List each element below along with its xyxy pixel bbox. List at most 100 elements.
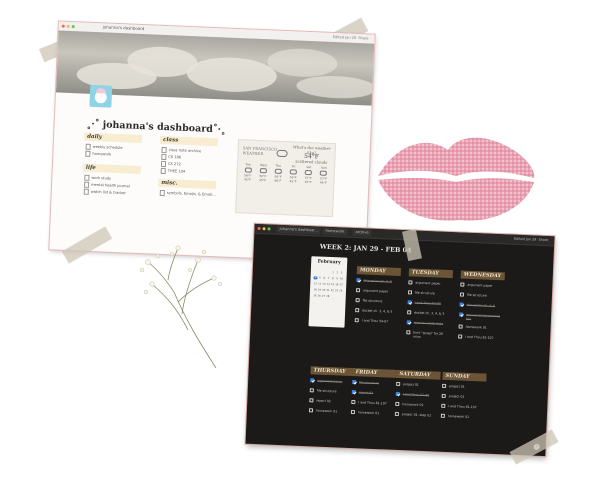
link-class-note-archive[interactable]: class note archive (161, 146, 218, 154)
link-weekly-schedule[interactable]: weekly schedule (85, 143, 142, 151)
calendar-day[interactable]: 17 (339, 283, 343, 286)
task-item[interactable]: homework 01 (350, 410, 395, 418)
calendar-day[interactable]: 10 (339, 277, 343, 280)
task-label: discussion ch. 4, 5 (466, 302, 496, 308)
task-item[interactable]: I and Thou 81-107 (458, 334, 502, 342)
checkbox[interactable] (308, 408, 314, 413)
task-item[interactable]: I and Thou 81-107 (351, 400, 395, 408)
checkbox[interactable] (351, 390, 356, 395)
minimize-dot-icon[interactable] (262, 227, 266, 231)
task-item[interactable]: report 02 (309, 398, 353, 406)
task-label: report 01 (358, 390, 374, 395)
checkbox[interactable] (355, 308, 360, 313)
share-button[interactable]: Share (358, 36, 368, 40)
task-item[interactable]: I and Thou 81-107 (441, 403, 485, 412)
task-item[interactable]: file structure (352, 380, 396, 388)
task-item[interactable]: report 01 (351, 390, 396, 398)
day-column-saturday: SATURDAY project 01 I and Thou 67-80 homewo… (394, 369, 441, 424)
checkbox[interactable] (406, 330, 411, 335)
checkbox[interactable] (407, 290, 413, 295)
checkbox[interactable] (354, 318, 359, 323)
maximize-dot-icon[interactable] (71, 25, 75, 29)
checkbox[interactable] (441, 403, 446, 408)
checkbox[interactable] (352, 380, 357, 385)
task-item[interactable]: homework 01 (308, 408, 353, 416)
task-item[interactable]: docket ch. 3, 4, & 5 (407, 310, 451, 318)
close-dot-icon[interactable] (257, 226, 261, 231)
task-item[interactable]: discussion ch. 4, 5 (459, 302, 503, 310)
task-item[interactable]: argument paper (460, 282, 504, 290)
link-thee-104[interactable]: THEE 104 (160, 167, 217, 175)
checkbox[interactable] (460, 282, 465, 287)
link-work-study[interactable]: work study (84, 174, 140, 182)
share-button[interactable]: Share (538, 237, 548, 241)
task-item[interactable]: project 01: step 01 (394, 411, 439, 420)
task-item[interactable]: I and Thou 54-67 (354, 318, 399, 326)
task-item[interactable]: file structure (459, 292, 504, 300)
calendar-day[interactable]: 3 (339, 271, 343, 274)
task-item[interactable]: docket ch. 3, 4, & 5 (355, 308, 399, 316)
link-symbols[interactable]: symbols, Emojis, & Emoti... (159, 189, 216, 197)
checkbox[interactable] (351, 400, 356, 405)
checkbox[interactable] (407, 310, 412, 315)
checkbox[interactable] (310, 378, 315, 383)
checkbox[interactable] (459, 302, 464, 307)
cloud-icon (320, 170, 328, 176)
checkbox[interactable] (442, 383, 447, 388)
task-item[interactable]: homework 01 (458, 324, 502, 332)
checkbox[interactable] (356, 278, 361, 283)
checkbox[interactable] (408, 280, 413, 285)
checkbox[interactable] (396, 381, 401, 387)
link-watch-list[interactable]: watch list & tracker (83, 188, 140, 196)
checkbox[interactable] (350, 410, 356, 415)
task-item[interactable]: project 01 (396, 381, 440, 390)
checkbox[interactable] (309, 398, 314, 403)
task-item[interactable]: file structure (407, 290, 452, 298)
task-item[interactable]: Emit "grasp" for 20 mins (406, 330, 450, 340)
checkbox[interactable] (458, 324, 463, 329)
calendar-day[interactable]: 24 (339, 289, 343, 292)
checkbox[interactable] (395, 391, 400, 397)
close-dot-icon[interactable] (61, 24, 65, 28)
link-homework[interactable]: homework (85, 150, 141, 158)
minimize-dot-icon[interactable] (66, 24, 70, 28)
checkbox[interactable] (355, 288, 361, 293)
maximize-dot-icon[interactable] (267, 227, 271, 231)
link-cs-186[interactable]: CS 186 (161, 153, 217, 161)
tab-homework[interactable]: homework (322, 227, 348, 236)
checkbox[interactable] (459, 292, 465, 297)
section-class: class class note archive CS 186 CS 272 T… (158, 135, 219, 199)
task-item[interactable]: argument paper (408, 280, 452, 288)
task-item[interactable]: project 01 (442, 383, 486, 392)
task-item[interactable]: discussion ch. 4, 5 (356, 278, 400, 286)
task-item[interactable]: intro to vocab data (406, 320, 451, 328)
task-item[interactable]: homework 01 (395, 401, 439, 410)
tab-dashboard[interactable]: johanna's dashboar... (276, 225, 321, 235)
tab-title[interactable]: johanna's dashboard (103, 24, 145, 31)
checkbox[interactable] (407, 300, 412, 305)
task-label: I and Thou 81-107 (358, 400, 387, 406)
task-item[interactable]: project 01 (441, 393, 486, 402)
link-cs-272[interactable]: CS 272 (160, 160, 217, 168)
checkbox[interactable] (309, 388, 314, 393)
checkbox[interactable] (394, 411, 399, 417)
task-item[interactable]: homework 01 (440, 413, 485, 422)
checkbox[interactable] (459, 312, 464, 317)
task-item[interactable]: file structure (309, 388, 354, 396)
task-item[interactable]: I and Thou 67-80 (395, 391, 440, 400)
tab-archive[interactable]: archive (352, 228, 372, 237)
task-item[interactable]: file structure (355, 298, 399, 306)
task-item[interactable]: argument paper (355, 288, 400, 296)
checkbox[interactable] (395, 401, 400, 407)
task-item[interactable]: argument paper (310, 378, 354, 386)
link-mental-health-journal[interactable]: mental health journal (83, 181, 140, 189)
checkbox[interactable] (441, 393, 446, 398)
checkbox[interactable] (458, 334, 463, 339)
calendar-day[interactable]: 28 (326, 295, 330, 298)
task-item[interactable]: I and Thou 62-80 (407, 300, 451, 308)
cloud-icon (289, 169, 297, 175)
task-item[interactable]: lecture (programming 01) (459, 312, 503, 322)
checkbox[interactable] (406, 320, 411, 325)
checkbox[interactable] (355, 298, 360, 303)
checkbox[interactable] (440, 413, 445, 418)
